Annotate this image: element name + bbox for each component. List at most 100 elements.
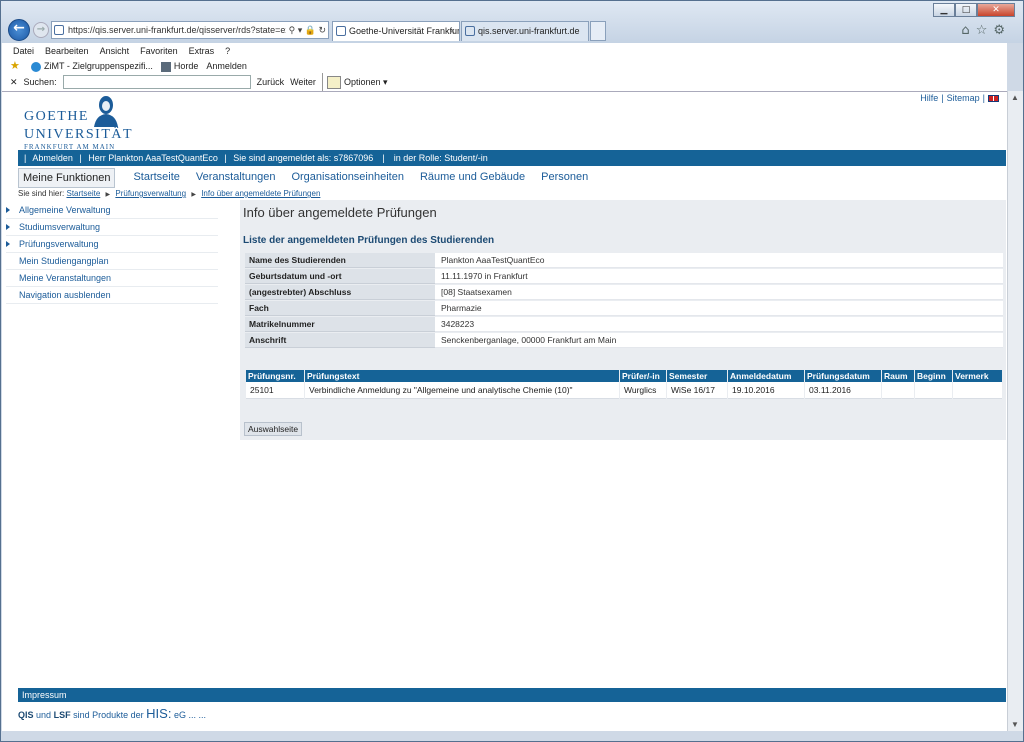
find-prev-button[interactable]: Zurück <box>257 73 285 91</box>
zimt-icon <box>31 61 41 72</box>
expand-arrow-icon <box>6 241 10 247</box>
sidebar-item-label: Studiumsverwaltung <box>19 222 101 232</box>
registration-date: 19.10.2016 <box>728 382 804 399</box>
close-tab-icon[interactable]: × <box>450 22 455 40</box>
footer-text: eG ... ... <box>173 710 206 720</box>
horde-icon <box>160 61 171 72</box>
qis-label[interactable]: QIS <box>18 710 34 720</box>
column-header: Prüfungstext <box>305 370 619 382</box>
separator: | <box>379 153 388 163</box>
find-input[interactable] <box>62 75 251 89</box>
sidebar-item-label: Navigation ausblenden <box>19 290 111 300</box>
find-options-button[interactable]: Optionen ▾ <box>321 73 388 91</box>
find-next-button[interactable]: Weiter <box>290 73 316 91</box>
forward-button[interactable]: → <box>33 22 49 38</box>
help-link[interactable]: Hilfe <box>920 93 938 103</box>
sidebar-item-allgemeine-verwaltung[interactable]: Allgemeine Verwaltung <box>6 202 218 219</box>
sidebar-item-studiumsverwaltung[interactable]: Studiumsverwaltung <box>6 219 218 236</box>
nav-veranstaltungen[interactable]: Veranstaltungen <box>188 168 284 188</box>
tab-label: Goethe-Universität Frankfur... <box>349 26 460 36</box>
column-header: Raum <box>882 370 914 382</box>
address-tools[interactable]: ⚲ ▾ 🔒 ↻ <box>285 22 326 38</box>
user-name: Herr Plankton AaaTestQuantEco <box>88 153 218 163</box>
gear-icon[interactable]: ⚙ <box>993 23 1011 38</box>
vertical-scrollbar[interactable]: ▲ ▼ <box>1007 91 1023 731</box>
footer-bar: Impressum <box>18 688 1006 702</box>
favorite-label: ZiMT - Zielgruppenspezifi... <box>44 61 153 71</box>
breadcrumb-current[interactable]: Info über angemeldete Prüfungen <box>201 189 320 198</box>
info-key: Matrikelnummer <box>245 317 435 332</box>
side-navigation: Allgemeine Verwaltung Studiumsverwaltung… <box>6 202 218 304</box>
minimize-button[interactable]: ▁ <box>933 3 955 17</box>
table-row: Anschrift Senckenberganlage, 00000 Frankf… <box>245 333 1003 348</box>
address-text: https://qis.server.uni-frankfurt.de/qiss… <box>68 25 322 35</box>
english-flag-icon[interactable] <box>988 94 999 102</box>
room <box>882 382 914 399</box>
tab-label: qis.server.uni-frankfurt.de <box>478 26 580 36</box>
auswahlseite-button[interactable]: Auswahlseite <box>244 422 303 436</box>
breadcrumb-arrow-icon: ▶ <box>105 192 111 198</box>
info-value: 11.11.1970 in Frankfurt <box>435 269 1003 284</box>
column-header: Prüfungsnr. <box>246 370 304 382</box>
maximize-button[interactable]: □ <box>955 3 977 17</box>
web-page: GOETHE UNIVERSITÄT FRANKFURT AM MAIN Hil… <box>2 91 1007 731</box>
exam-table: Prüfungsnr. Prüfungstext Prüfer/-in Seme… <box>245 370 1003 399</box>
university-logo[interactable]: GOETHE UNIVERSITÄT FRANKFURT AM MAIN <box>24 95 132 151</box>
star-icon[interactable]: ☆ <box>976 23 994 38</box>
scroll-up-icon[interactable]: ▲ <box>1011 93 1019 102</box>
favorite-label: Horde <box>173 61 199 71</box>
site-icon <box>336 26 346 36</box>
breadcrumb-startseite[interactable]: Startseite <box>66 189 100 198</box>
sidebar-item-navigation-ausblenden[interactable]: Navigation ausblenden <box>6 287 218 304</box>
breadcrumb-pruefungsverwaltung[interactable]: Prüfungsverwaltung <box>115 189 186 198</box>
exam-number: 25101 <box>246 382 304 399</box>
top-links: Hilfe | Sitemap | <box>920 93 999 103</box>
table-row: (angestrebter) Abschluss [08] Staatsexame… <box>245 285 1003 300</box>
start <box>915 382 952 399</box>
nav-organisationseinheiten[interactable]: Organisationseinheiten <box>283 168 412 188</box>
window-bottom-frame <box>2 731 1022 741</box>
close-find-icon[interactable]: ✕ <box>10 73 18 91</box>
sidebar-item-label: Allgemeine Verwaltung <box>19 205 111 215</box>
close-button[interactable]: ✕ <box>977 3 1015 17</box>
info-key: Fach <box>245 301 435 316</box>
info-key: Geburtsdatum und -ort <box>245 269 435 284</box>
address-bar[interactable]: https://qis.server.uni-frankfurt.de/qiss… <box>51 21 329 39</box>
exam-text: Verbindliche Anmeldung zu "Allgemeine un… <box>305 382 619 399</box>
nav-raeume-gebaeude[interactable]: Räume und Gebäude <box>412 168 533 188</box>
sitemap-link[interactable]: Sitemap <box>947 93 980 103</box>
breadcrumb-prefix: Sie sind hier: <box>18 189 65 198</box>
column-header: Beginn <box>915 370 952 382</box>
scroll-down-icon[interactable]: ▼ <box>1011 720 1019 729</box>
column-header: Semester <box>667 370 727 382</box>
sidebar-item-studiengangplan[interactable]: Mein Studiengangplan <box>6 253 218 270</box>
browser-toolbars: Datei Bearbeiten Ansicht Favoriten Extra… <box>2 43 1007 91</box>
sidebar-item-pruefungsverwaltung[interactable]: Prüfungsverwaltung <box>6 236 218 253</box>
sidebar-item-veranstaltungen[interactable]: Meine Veranstaltungen <box>6 270 218 287</box>
table-row: Fach Pharmazie <box>245 301 1003 316</box>
sidebar-item-label: Meine Veranstaltungen <box>19 273 112 283</box>
nav-meine-funktionen[interactable]: Meine Funktionen <box>18 168 116 188</box>
separator: | <box>982 93 985 103</box>
home-icon[interactable]: ⌂ <box>961 23 975 38</box>
his-logo[interactable]: HIS: <box>146 706 171 721</box>
info-value: Senckenberganlage, 00000 Frankfurt am Ma… <box>435 333 1003 348</box>
tab-qis[interactable]: qis.server.uni-frankfurt.de <box>461 21 589 41</box>
user-bar: | Abmelden | Herr Plankton AaaTestQuantE… <box>18 150 1006 166</box>
back-button[interactable]: ← <box>8 19 30 41</box>
new-tab-button[interactable] <box>590 21 606 41</box>
table-row: 25101 Verbindliche Anmeldung zu "Allgeme… <box>246 382 1002 399</box>
tab-goethe[interactable]: Goethe-Universität Frankfur... × <box>332 21 460 41</box>
footer-text: und <box>36 710 52 720</box>
column-header: Prüfer/-in <box>620 370 666 382</box>
exam-date: 03.11.2016 <box>805 382 881 399</box>
nav-personen[interactable]: Personen <box>533 168 596 188</box>
lsf-label[interactable]: LSF <box>54 710 71 720</box>
role-info: in der Rolle: Student/-in <box>393 153 488 163</box>
favorites-star-icon[interactable]: ★ <box>10 61 20 72</box>
nav-startseite[interactable]: Startseite <box>125 168 187 188</box>
logout-link[interactable]: Abmelden <box>32 153 73 163</box>
impressum-link[interactable]: Impressum <box>22 690 67 700</box>
column-header: Vermerk <box>953 370 1002 382</box>
expand-arrow-icon <box>6 224 10 230</box>
